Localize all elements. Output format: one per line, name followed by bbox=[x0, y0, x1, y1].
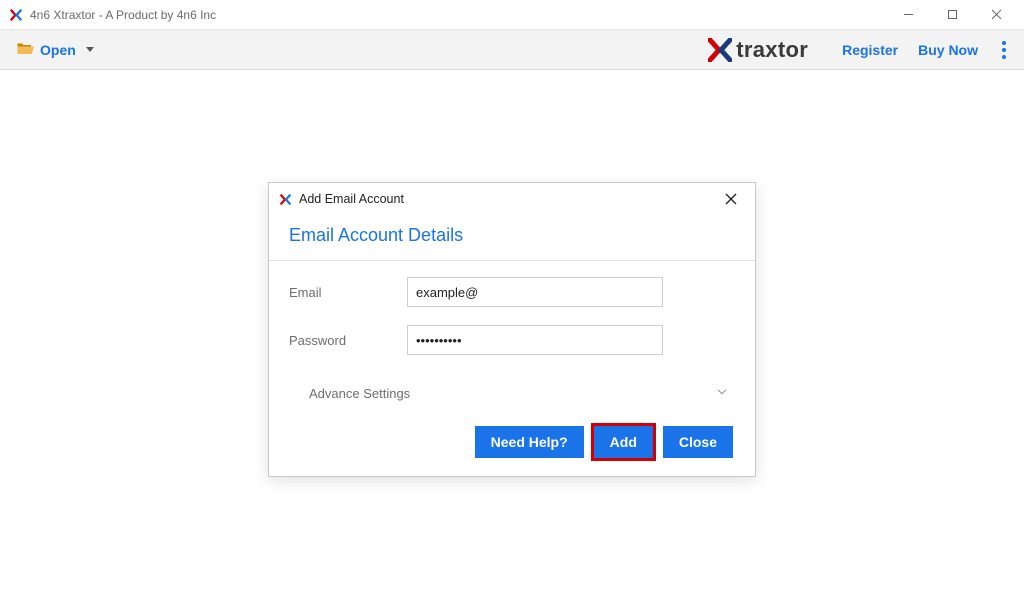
window-titlebar: 4n6 Xtraxtor - A Product by 4n6 Inc bbox=[0, 0, 1024, 30]
more-menu-button[interactable] bbox=[994, 35, 1014, 65]
brand-x-icon bbox=[708, 38, 732, 62]
email-row: Email bbox=[289, 277, 735, 307]
dialog-app-icon bbox=[279, 192, 293, 206]
open-label: Open bbox=[40, 42, 76, 58]
add-button[interactable]: Add bbox=[594, 426, 653, 458]
window-close-button[interactable] bbox=[974, 1, 1018, 29]
dialog-button-row: Need Help? Add Close bbox=[289, 426, 735, 458]
register-link[interactable]: Register bbox=[832, 36, 908, 64]
window-title: 4n6 Xtraxtor - A Product by 4n6 Inc bbox=[30, 8, 886, 22]
buy-now-link[interactable]: Buy Now bbox=[908, 36, 988, 64]
folder-icon bbox=[16, 40, 34, 59]
dialog-close-button[interactable] bbox=[717, 185, 745, 213]
content-area: Add Email Account Email Account Details … bbox=[0, 70, 1024, 605]
password-label: Password bbox=[289, 333, 407, 348]
password-field[interactable] bbox=[407, 325, 663, 355]
dialog-header: Add Email Account bbox=[269, 183, 755, 215]
advance-settings-toggle[interactable]: Advance Settings bbox=[289, 373, 735, 426]
open-menu-button[interactable]: Open bbox=[10, 36, 100, 63]
caret-down-icon bbox=[86, 47, 94, 52]
dialog-title: Add Email Account bbox=[299, 192, 717, 206]
advance-settings-label: Advance Settings bbox=[309, 386, 410, 401]
close-button[interactable]: Close bbox=[663, 426, 733, 458]
app-icon bbox=[8, 7, 24, 23]
email-label: Email bbox=[289, 285, 407, 300]
password-row: Password bbox=[289, 325, 735, 355]
dialog-body: Email Account Details Email Password Adv… bbox=[269, 215, 755, 476]
add-email-account-dialog: Add Email Account Email Account Details … bbox=[268, 182, 756, 477]
brand-text: traxtor bbox=[736, 37, 808, 63]
need-help-button[interactable]: Need Help? bbox=[475, 426, 584, 458]
main-toolbar: Open traxtor Register Buy Now bbox=[0, 30, 1024, 70]
window-controls bbox=[886, 1, 1018, 29]
section-title: Email Account Details bbox=[289, 215, 735, 260]
minimize-button[interactable] bbox=[886, 1, 930, 29]
maximize-button[interactable] bbox=[930, 1, 974, 29]
chevron-down-icon bbox=[715, 385, 729, 402]
section-divider bbox=[269, 260, 755, 261]
brand-logo: traxtor bbox=[708, 37, 808, 63]
email-field[interactable] bbox=[407, 277, 663, 307]
